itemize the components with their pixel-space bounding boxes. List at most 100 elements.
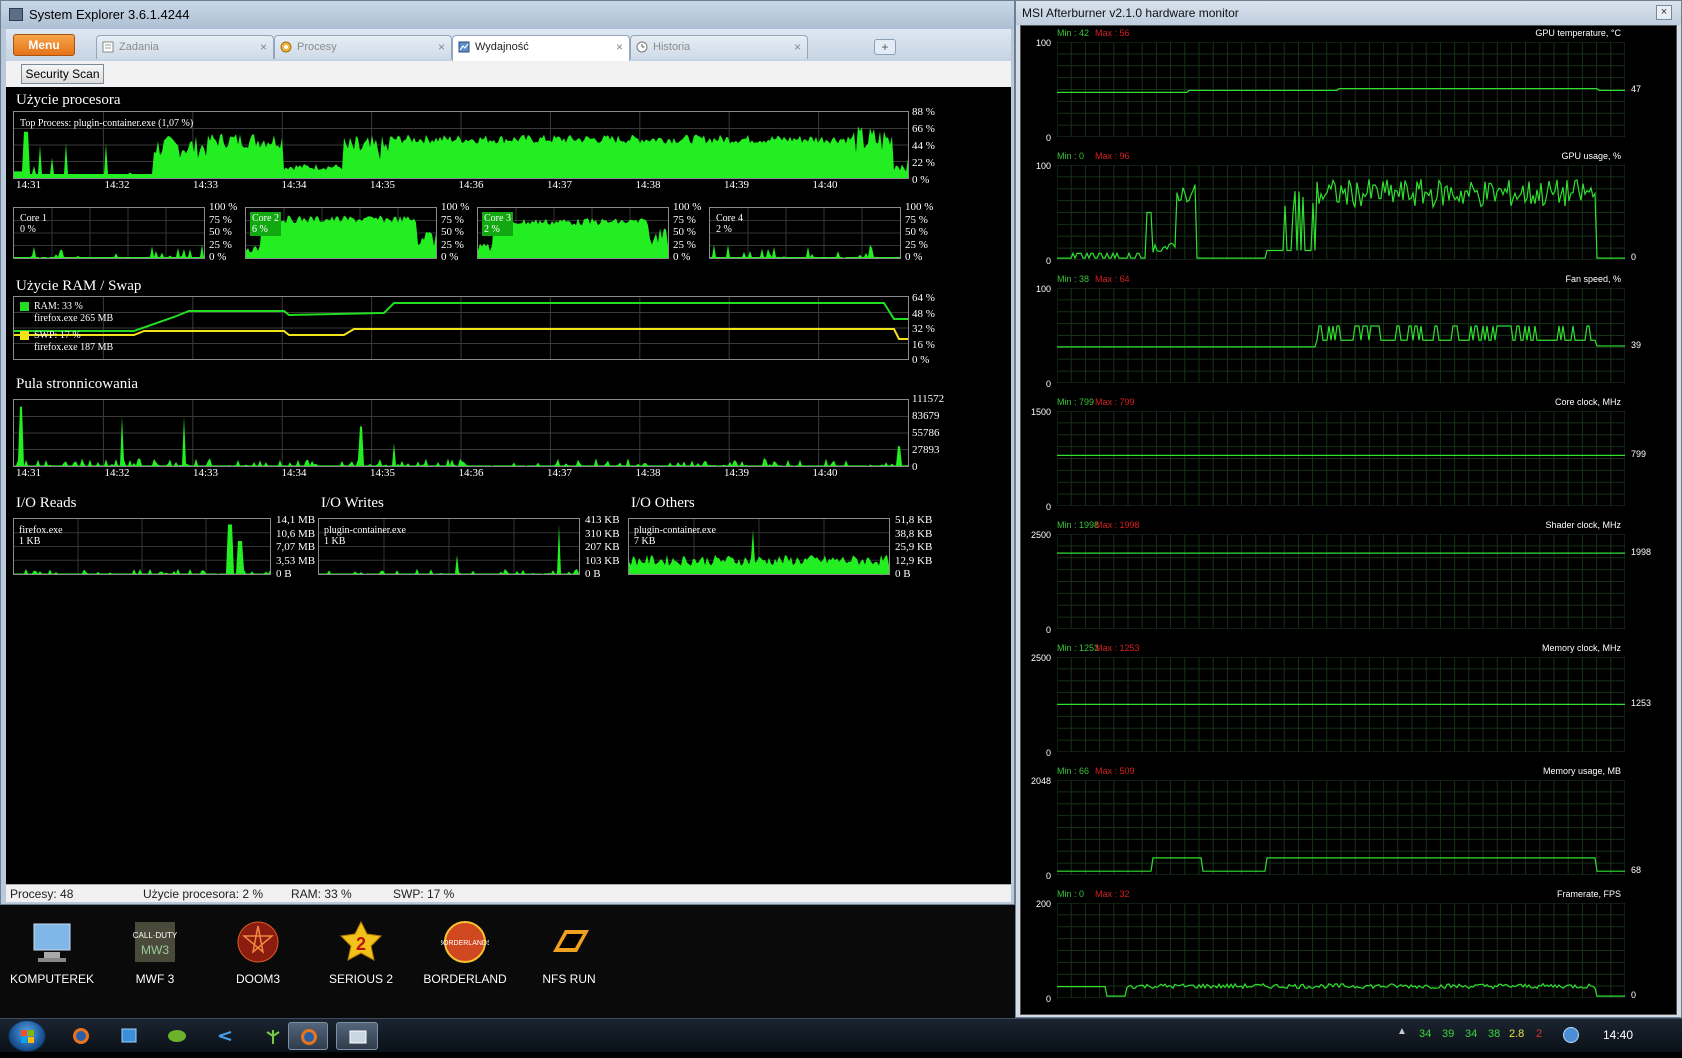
io-value: 1 KB xyxy=(19,536,41,547)
ram-swap-plot xyxy=(14,297,908,359)
tab-zadania[interactable]: Zadania × xyxy=(96,35,274,59)
status-ram: RAM: 33 % xyxy=(291,887,352,901)
msi-min-label: Min : 1998 xyxy=(1057,520,1100,530)
msi-y-max: 200 xyxy=(1035,899,1051,909)
tab-historia[interactable]: Historia × xyxy=(630,35,808,59)
msi-max-label: Max : 1253 xyxy=(1095,643,1140,653)
msi-graph-name: Memory usage, MB xyxy=(1542,766,1621,776)
msi-current-value: 0 xyxy=(1631,990,1637,1001)
msi-graph-name: GPU temperature, °C xyxy=(1535,28,1621,38)
firefox-icon xyxy=(301,1029,317,1045)
msi-y-max: 2500 xyxy=(1030,653,1051,663)
msi-max-label: Max : 64 xyxy=(1095,274,1130,284)
desktop-icon-4[interactable]: BORDERLANDS BORDERLAND xyxy=(410,910,520,986)
io-title: I/O Reads xyxy=(16,495,77,511)
msi-current-value: 1998 xyxy=(1631,547,1652,558)
msi-plot xyxy=(1057,165,1625,260)
msi-graph-name: Memory clock, MHz xyxy=(1541,643,1621,653)
taskbar-firefox[interactable] xyxy=(60,1022,102,1050)
taskbar-nvidia[interactable] xyxy=(156,1022,198,1050)
time-tick: 14:37 xyxy=(547,179,573,191)
core-label-box: Core 32 % xyxy=(482,212,513,236)
core-value: 2 % xyxy=(484,224,500,235)
tab-label: Historia xyxy=(653,41,691,53)
tab-label: Wydajność xyxy=(475,41,529,53)
tray-sensor-value[interactable]: 2.8 xyxy=(1509,1028,1524,1040)
system-tray: 34 39 34 38 2.8 2 xyxy=(1419,1019,1569,1053)
time-tick: 14:33 xyxy=(193,467,219,479)
new-tab-button[interactable]: + xyxy=(874,39,896,55)
tab-wydajnosc[interactable]: Wydajność × xyxy=(452,35,630,61)
taskbar: ▲ 34 39 34 38 2.8 2 14:40 xyxy=(0,1018,1682,1052)
io-title: I/O Writes xyxy=(321,495,384,511)
desktop-icon-label: MWF 3 xyxy=(135,972,175,986)
msi-min-label: Min : 66 xyxy=(1057,766,1090,776)
time-tick: 14:35 xyxy=(370,467,396,479)
network-tray-icon[interactable] xyxy=(1563,1027,1579,1043)
tab-label: Zadania xyxy=(119,41,159,53)
time-tick: 14:32 xyxy=(104,467,130,479)
tray-sensor-value[interactable]: 34 xyxy=(1465,1028,1477,1040)
msi-graph-name: GPU usage, % xyxy=(1561,151,1621,161)
msi-min-label: Min : 1253 xyxy=(1057,643,1100,653)
io-row: I/O Reads firefox.exe 1 KB 14,1 MB 10,6 MB 7,… xyxy=(13,495,1013,595)
tray-sensor-value[interactable]: 39 xyxy=(1442,1028,1454,1040)
system-explorer-window: System Explorer 3.6.1.4244 Menu Zadania … xyxy=(0,0,1015,905)
msi-plot xyxy=(1057,288,1625,383)
close-button[interactable]: × xyxy=(1656,5,1672,20)
msi-graph: 2048 0 Min : 66 Max : 509 Memory usage, MB 68 xyxy=(1021,766,1676,889)
cpu-section-title: Użycie procesora xyxy=(16,92,121,108)
tray-sensor-value[interactable]: 34 xyxy=(1419,1028,1431,1040)
msi-graph-name: Fan speed, % xyxy=(1565,274,1621,284)
y-tick: 100 % xyxy=(905,201,934,213)
cpu-graph: Top Process: plugin-container.exe (1,07 … xyxy=(13,111,909,179)
explorer-icon xyxy=(121,1028,137,1043)
y-tick: 25 % xyxy=(673,238,696,251)
se-titlebar[interactable]: System Explorer 3.6.1.4244 xyxy=(1,1,1014,29)
desktop-icon-1[interactable]: CALL·DUTY MW3 MWF 3 xyxy=(100,910,210,986)
close-icon[interactable]: × xyxy=(616,36,623,58)
close-icon[interactable]: × xyxy=(438,36,445,58)
desktop-icon-label: DOOM3 xyxy=(235,972,280,986)
clock[interactable]: 14:40 xyxy=(1603,1028,1633,1042)
desktop-icon-5[interactable]: NFS RUN xyxy=(514,910,624,986)
security-scan-button[interactable]: Security Scan xyxy=(21,64,104,84)
close-icon[interactable]: × xyxy=(260,36,267,58)
msi-graph: 2500 0 Min : 1998 Max : 1998 Shader clock, M… xyxy=(1021,520,1676,643)
desktop-icon-3[interactable]: 2 SERIOUS 2 xyxy=(306,910,416,986)
msi-current-value: 0 xyxy=(1631,252,1637,263)
desktop-icon-label: KOMPUTEREK xyxy=(9,972,94,986)
y-tick: 100 % xyxy=(673,201,702,213)
tasks-icon xyxy=(102,41,114,53)
core-name: Core 1 xyxy=(20,213,47,224)
performance-panel: Użycie procesora Top Process: plugin-con… xyxy=(6,87,1011,884)
time-tick: 14:39 xyxy=(724,467,750,479)
close-icon[interactable]: × xyxy=(794,36,801,58)
y-tick: 111572 xyxy=(912,393,945,405)
y-tick: 12,9 KB xyxy=(895,554,933,567)
time-tick: 14:37 xyxy=(547,467,573,479)
hardware-monitor-graphs: 100 0 Min : 42 Max : 56 GPU temperature, °C 4… xyxy=(1020,25,1677,1015)
tray-expand-icon[interactable]: ▲ xyxy=(1397,1026,1407,1037)
taskbar-explorer[interactable] xyxy=(108,1022,150,1050)
core-name: Core 2 xyxy=(252,213,279,224)
desktop-icon-0[interactable]: KOMPUTEREK xyxy=(0,910,107,986)
io-process: firefox.exe xyxy=(19,525,63,536)
taskbar-system-explorer[interactable] xyxy=(336,1022,378,1050)
tab-procesy[interactable]: Procesy × xyxy=(274,35,452,59)
start-button[interactable] xyxy=(8,1020,46,1052)
desktop-icon-2[interactable]: DOOM3 xyxy=(203,910,313,986)
msi-titlebar[interactable]: MSI Afterburner v2.1.0 hardware monitor … xyxy=(1016,1,1681,25)
tray-sensor-value[interactable]: 38 xyxy=(1488,1028,1500,1040)
desktop-icons: KOMPUTEREK CALL·DUTY MW3 MWF 3 DOOM3 2 SERIOUS… xyxy=(0,910,700,1010)
y-tick: 55786 xyxy=(912,427,940,439)
taskbar-network[interactable] xyxy=(204,1022,246,1050)
menu-button[interactable]: Menu xyxy=(13,34,75,56)
time-tick: 14:40 xyxy=(812,467,838,479)
time-tick: 14:34 xyxy=(281,467,307,479)
swap-legend-swatch xyxy=(20,331,29,340)
time-tick: 14:38 xyxy=(635,179,661,191)
tray-sensor-value[interactable]: 2 xyxy=(1536,1028,1542,1040)
taskbar-firefox-active[interactable] xyxy=(288,1022,328,1050)
msi-graph: 2500 0 Min : 1253 Max : 1253 Memory clock, M… xyxy=(1021,643,1676,766)
